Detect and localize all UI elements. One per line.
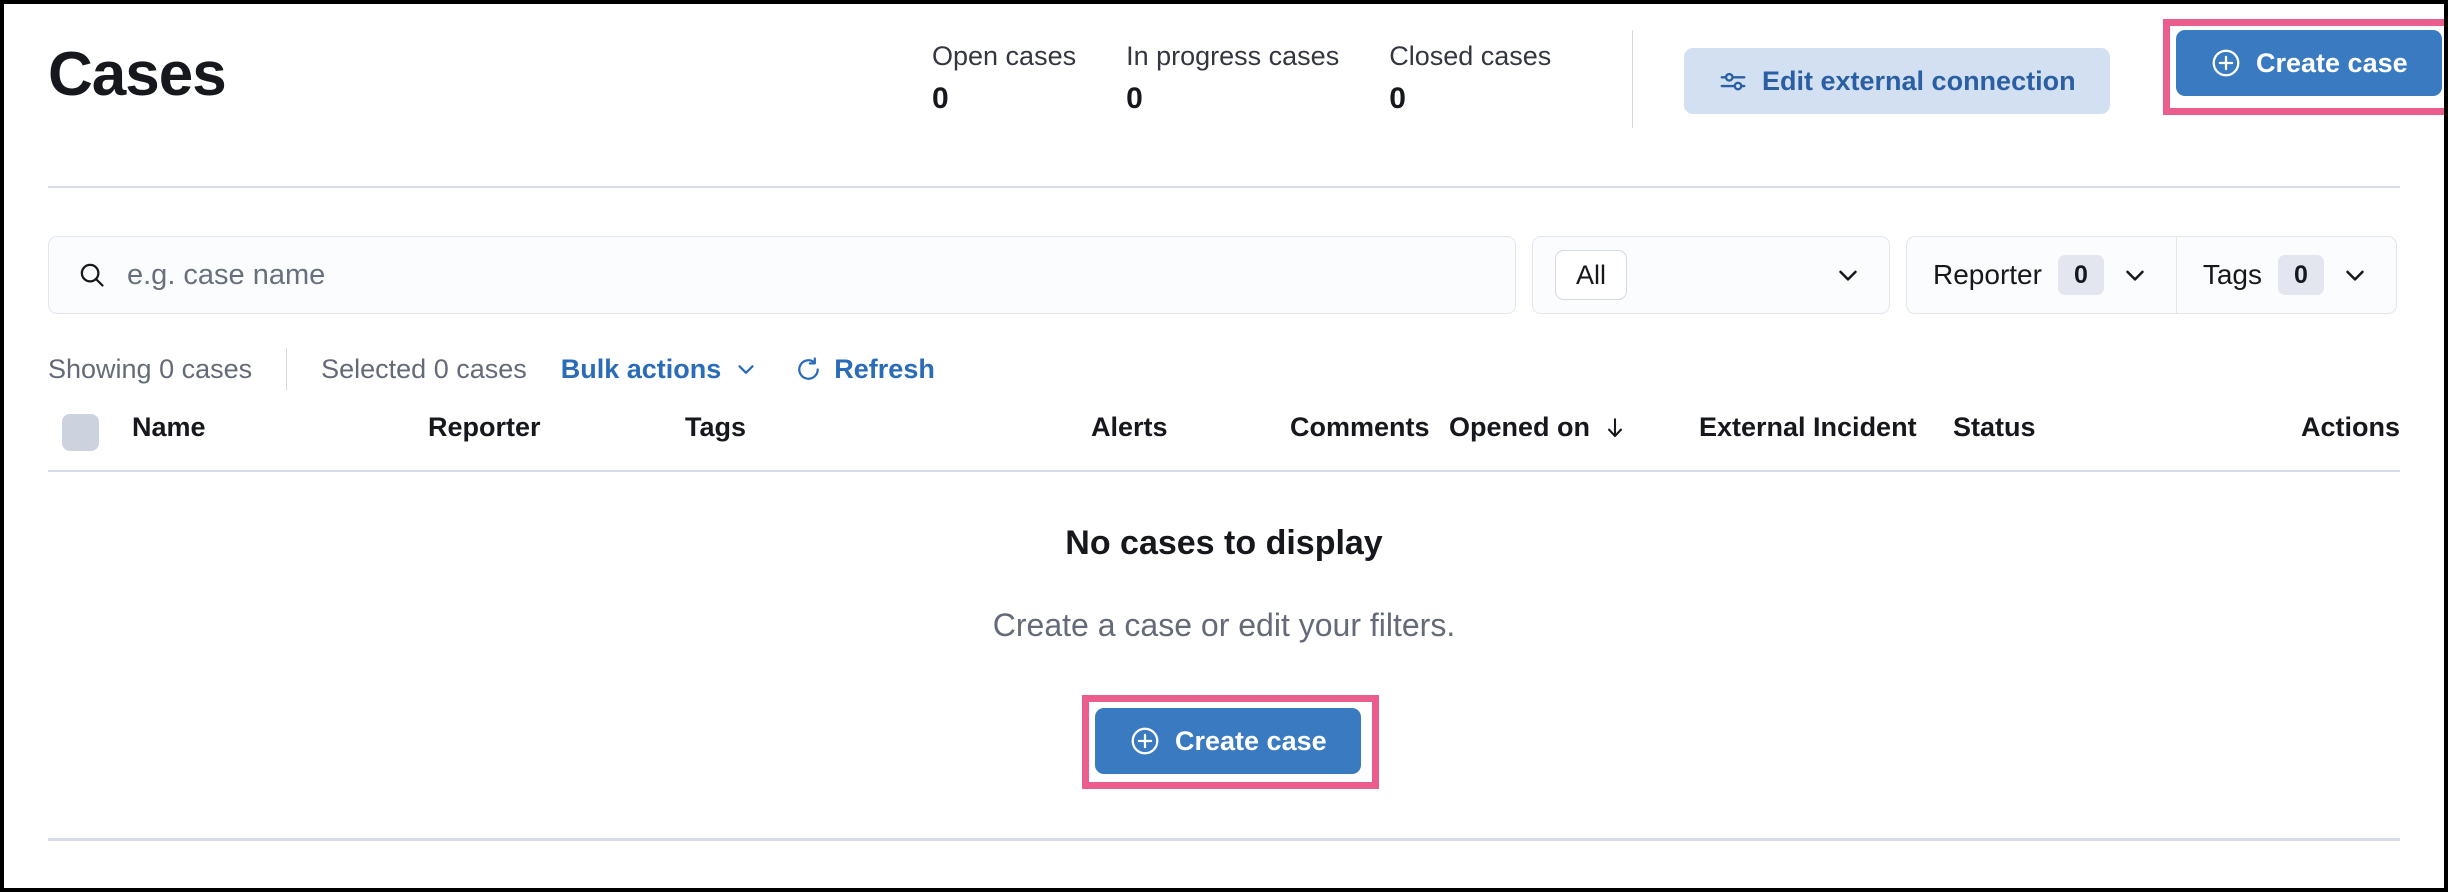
search-icon [77,260,107,290]
edit-external-connection-label: Edit external connection [1762,66,2076,97]
chevron-down-icon [2120,260,2150,290]
refresh-icon [795,356,822,383]
edit-external-connection-button[interactable]: Edit external connection [1684,48,2110,114]
tags-filter-count: 0 [2278,255,2324,296]
stat-value: 0 [932,82,1076,115]
bulk-actions-button[interactable]: Bulk actions [561,354,760,385]
column-header-status[interactable]: Status [1953,412,2036,443]
cases-page: Cases Open cases 0 In progress cases 0 C… [4,4,2444,888]
plus-circle-icon [2210,47,2242,79]
empty-state-create-case-wrapper: Create case [1095,708,1361,774]
header-create-case-wrapper: Create case [2176,30,2442,96]
table-toolbar: Showing 0 cases Selected 0 cases Bulk ac… [48,349,935,389]
plus-circle-icon [1129,725,1161,757]
empty-state-subtitle: Create a case or edit your filters. [993,607,1455,644]
column-header-opened-on-label: Opened on [1449,412,1590,443]
column-header-alerts[interactable]: Alerts [1091,412,1168,443]
stat-in-progress-cases: In progress cases 0 [1126,40,1339,115]
tags-filter-label: Tags [2203,259,2262,291]
page-title: Cases [48,44,226,106]
stat-closed-cases: Closed cases 0 [1389,40,1551,115]
severity-filter-select[interactable]: All [1532,236,1890,314]
select-all-checkbox[interactable] [62,414,99,451]
stat-value: 0 [1389,82,1551,115]
stat-value: 0 [1126,82,1339,115]
search-input[interactable]: e.g. case name [127,259,325,292]
stat-label: Closed cases [1389,40,1551,74]
toolbar-divider [286,348,287,390]
page-header: Cases Open cases 0 In progress cases 0 C… [4,4,2444,180]
column-header-comments[interactable]: Comments [1290,412,1430,443]
chevron-down-icon [2340,260,2370,290]
column-header-name[interactable]: Name [132,412,206,443]
column-header-reporter[interactable]: Reporter [428,412,541,443]
chevron-down-icon [1833,260,1863,290]
reporter-filter-label: Reporter [1933,259,2042,291]
showing-count-label: Showing 0 cases [48,354,252,385]
column-header-tags[interactable]: Tags [685,412,746,443]
table-bottom-rule [48,838,2400,841]
create-case-label: Create case [2256,48,2408,79]
header-divider-rule [48,186,2400,188]
table-header-rule [48,470,2400,472]
refresh-button[interactable]: Refresh [795,354,935,385]
bulk-actions-label: Bulk actions [561,354,722,385]
severity-filter-value: All [1555,250,1627,300]
case-stats: Open cases 0 In progress cases 0 Closed … [932,40,1551,115]
stat-open-cases: Open cases 0 [932,40,1076,115]
empty-state: No cases to display Create a case or edi… [4,524,2444,644]
tags-filter[interactable]: Tags 0 [2177,237,2396,313]
reporter-tags-filter-group: Reporter 0 Tags 0 [1906,236,2397,314]
create-case-button-empty-state[interactable]: Create case [1095,708,1361,774]
stat-label: Open cases [932,40,1076,74]
refresh-label: Refresh [834,354,935,385]
reporter-filter-count: 0 [2058,255,2104,296]
header-vertical-divider [1632,30,1633,128]
column-header-opened-on[interactable]: Opened on [1449,412,1628,443]
sliders-icon [1718,66,1748,96]
selected-count-label: Selected 0 cases [321,354,527,385]
create-case-label: Create case [1175,726,1327,757]
header-actions: Edit external connection [1684,48,2110,114]
stat-label: In progress cases [1126,40,1339,74]
create-case-button-header[interactable]: Create case [2176,30,2442,96]
reporter-filter[interactable]: Reporter 0 [1907,237,2176,313]
filter-bar: e.g. case name All Reporter 0 [48,236,2400,314]
chevron-down-icon [733,356,759,382]
arrow-down-icon [1602,415,1628,441]
column-header-actions: Actions [2301,412,2400,443]
column-header-external-incident[interactable]: External Incident [1699,412,1917,443]
cases-table-header: Name Reporter Tags Alerts Comments Opene… [48,412,2400,470]
empty-state-title: No cases to display [1065,524,1382,563]
search-input-wrapper[interactable]: e.g. case name [48,236,1516,314]
